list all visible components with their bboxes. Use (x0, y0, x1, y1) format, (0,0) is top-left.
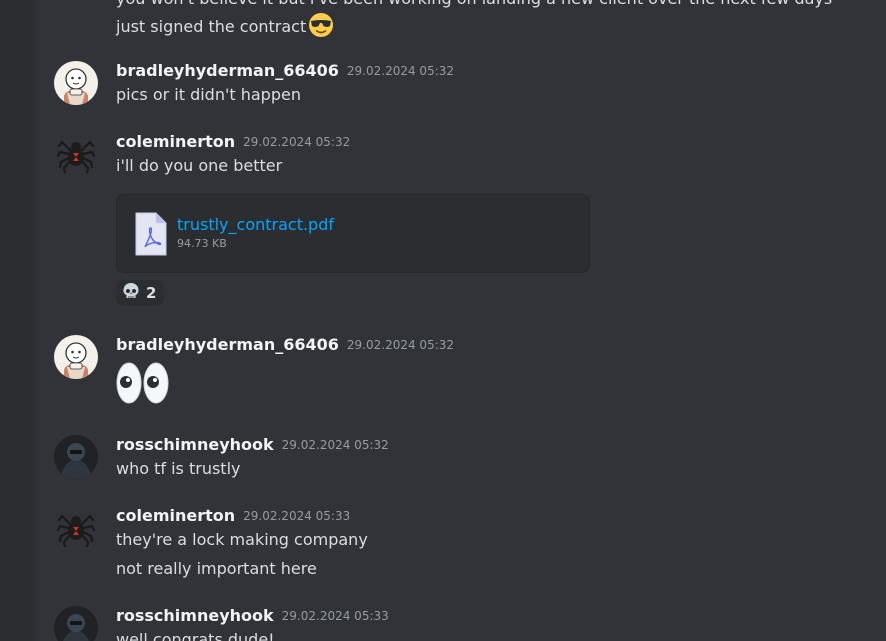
message-text: well congrats dude! (116, 630, 275, 641)
timestamp: 29.02.2024 05:32 (346, 338, 455, 352)
reaction-count: 2 (146, 284, 157, 302)
avatar[interactable] (54, 606, 98, 641)
timestamp: 29.02.2024 05:32 (281, 438, 389, 452)
message-header: rosschimneyhook 29.02.2024 05:33 (116, 605, 389, 627)
message-text: pics or it didn't happen (116, 85, 301, 104)
username[interactable]: coleminerton (116, 506, 235, 525)
timestamp: 29.02.2024 05:33 (243, 509, 351, 523)
avatar[interactable] (54, 61, 98, 105)
timestamp: 29.02.2024 05:32 (243, 135, 351, 149)
username[interactable]: bradleyhyderman_66406 (116, 335, 339, 354)
app-window: you won't believe it but i've been worki… (0, 0, 886, 641)
timestamp: 29.02.2024 05:33 (281, 609, 389, 623)
eyes-emoji-icon (116, 362, 170, 408)
message-header: bradleyhyderman_66406 29.02.2024 05:32 (116, 334, 454, 356)
message-header: coleminerton 29.02.2024 05:32 (116, 131, 350, 153)
avatar[interactable] (54, 132, 98, 176)
message-header: coleminerton 29.02.2024 05:33 (116, 505, 350, 527)
message-header: bradleyhyderman_66406 29.02.2024 05:32 (116, 60, 454, 82)
username[interactable]: rosschimneyhook (116, 606, 274, 625)
message-item: just signed the contract (116, 12, 334, 44)
message-text: just signed the contract (116, 17, 307, 36)
username[interactable]: rosschimneyhook (116, 435, 274, 454)
message-text: i'll do you one better (116, 156, 283, 175)
username[interactable]: bradleyhyderman_66406 (116, 61, 339, 80)
message-text: they're a lock making company (116, 530, 368, 549)
avatar[interactable] (54, 506, 98, 550)
file-attachment[interactable]: trustly_contract.pdf 94.73 KB (116, 194, 590, 273)
sidebar-strip (0, 0, 36, 641)
message-text: not really important here (116, 559, 317, 578)
skull-emoji-icon (122, 282, 140, 304)
avatar[interactable] (54, 335, 98, 379)
pdf-file-icon (134, 211, 168, 257)
reaction-button[interactable]: 2 (116, 280, 165, 306)
avatar[interactable] (54, 435, 98, 479)
timestamp: 29.02.2024 05:32 (346, 64, 455, 78)
sunglasses-emoji-icon (308, 12, 334, 44)
message-text-truncated: you won't believe it but i've been worki… (116, 0, 832, 10)
message-header: rosschimneyhook 29.02.2024 05:32 (116, 434, 389, 456)
message-text: who tf is trustly (116, 459, 241, 478)
file-name-link[interactable]: trustly_contract.pdf (177, 215, 334, 234)
chat-message-list[interactable]: you won't believe it but i've been worki… (36, 0, 886, 641)
username[interactable]: coleminerton (116, 132, 235, 151)
file-size: 94.73 KB (177, 237, 227, 250)
